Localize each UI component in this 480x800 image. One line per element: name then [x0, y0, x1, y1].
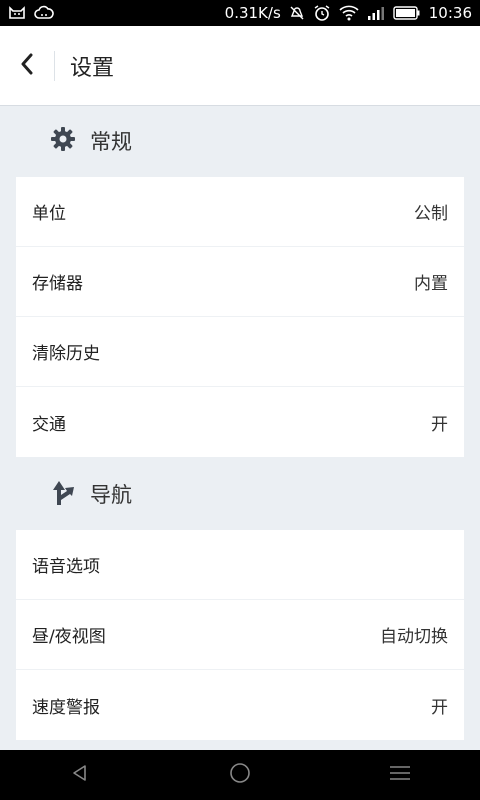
section-header-general: 常规	[0, 106, 480, 176]
nav-home-button[interactable]	[210, 750, 270, 800]
section-header-navigation: 导航	[0, 459, 480, 529]
system-nav-bar	[0, 750, 480, 800]
section-title-navigation: 导航	[90, 483, 132, 507]
header-divider	[54, 50, 55, 81]
mute-icon	[289, 5, 305, 21]
home-circle-icon	[229, 762, 251, 788]
battery-icon	[393, 5, 421, 21]
gear-icon	[50, 126, 76, 156]
setting-label: 昼/夜视图	[32, 627, 106, 647]
status-right: 0.31K/s 10:36	[225, 4, 472, 22]
setting-value: 开	[431, 414, 448, 435]
back-chevron-icon	[20, 53, 34, 79]
setting-row-storage[interactable]: 存储器 内置	[16, 247, 464, 317]
network-speed: 0.31K/s	[224, 4, 281, 22]
setting-row-traffic[interactable]: 交通 开	[16, 387, 464, 457]
signal-icon	[367, 5, 385, 21]
status-bar: 0.31K/s 10:36	[0, 0, 480, 26]
setting-value: 内置	[414, 274, 448, 294]
nav-menu-button[interactable]	[370, 750, 430, 800]
setting-row-day-night-view[interactable]: 昼/夜视图 自动切换	[16, 600, 464, 670]
wifi-icon	[339, 5, 359, 21]
setting-label: 存储器	[32, 274, 83, 294]
settings-card-general: 单位 公制 存储器 内置 清除历史 交通 开	[16, 177, 464, 457]
page-title: 设置	[70, 55, 115, 81]
menu-icon	[389, 764, 411, 786]
back-triangle-icon	[71, 764, 89, 786]
setting-value: 自动切换	[380, 627, 448, 647]
setting-value: 开	[431, 697, 448, 718]
setting-label: 语音选项	[32, 557, 100, 577]
setting-row-voice-options[interactable]: 语音选项	[16, 530, 464, 600]
notification-cloud-icon	[34, 5, 54, 21]
setting-value: 公制	[414, 204, 448, 224]
route-arrow-icon	[50, 478, 76, 510]
clock: 10:36	[428, 4, 472, 22]
setting-row-speed-alert[interactable]: 速度警报 开	[16, 670, 464, 740]
setting-label: 单位	[32, 204, 66, 224]
app-header: 设置	[0, 26, 480, 106]
setting-row-clear-history[interactable]: 清除历史	[16, 317, 464, 387]
settings-card-navigation: 语音选项 昼/夜视图 自动切换 速度警报 开	[16, 530, 464, 740]
back-button[interactable]	[0, 26, 54, 106]
setting-row-unit[interactable]: 单位 公制	[16, 177, 464, 247]
section-title-general: 常规	[90, 130, 132, 154]
nav-back-button[interactable]	[50, 750, 110, 800]
setting-label: 清除历史	[32, 344, 100, 364]
setting-label: 速度警报	[32, 697, 100, 718]
notification-cat-icon	[8, 5, 26, 21]
status-left	[8, 5, 54, 21]
alarm-icon	[313, 4, 331, 22]
setting-label: 交通	[32, 414, 66, 435]
